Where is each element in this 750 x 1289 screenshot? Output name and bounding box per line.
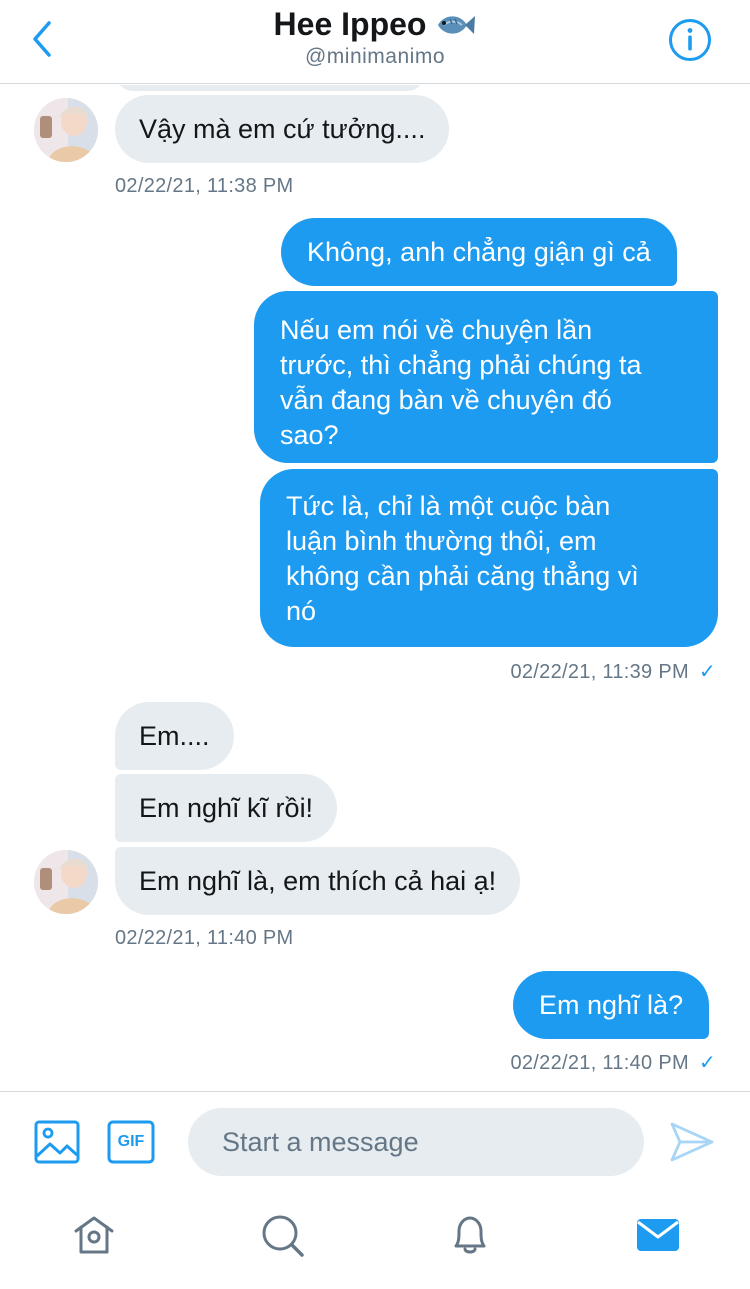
send-button[interactable] — [668, 1120, 716, 1164]
message-text-line: Nếu em nói về chuyện lần — [280, 315, 593, 345]
message-input[interactable]: Start a message — [188, 1108, 644, 1176]
messages-icon — [637, 1219, 679, 1251]
conversation-header: Hee Ippeo @minimanimo — [0, 0, 750, 84]
message-timestamp: 02/22/21, 11:38 PM — [115, 175, 294, 197]
message-bubble[interactable]: Tức là, chỉ là một cuộc bàn luận bình th… — [260, 469, 718, 647]
message-text-line: không cần phải căng thẳng vì — [286, 561, 639, 591]
avatar-photo — [34, 98, 98, 162]
message-timestamp: 02/22/21, 11:39 PM ✓ — [510, 659, 716, 684]
fish-emoji-icon — [438, 15, 476, 34]
chevron-left-icon — [33, 21, 51, 57]
message-bubble[interactable]: Em nghĩ là? — [513, 971, 710, 1039]
info-button[interactable] — [668, 18, 712, 62]
message-text-line: nó — [286, 596, 317, 626]
message-bubble[interactable]: Em.... — [115, 702, 234, 770]
info-icon — [669, 19, 711, 61]
tab-home[interactable] — [70, 1211, 118, 1259]
avatar-photo — [34, 850, 98, 914]
message-timestamp: 02/22/21, 11:40 PM ✓ — [510, 1050, 716, 1075]
search-icon — [262, 1215, 304, 1257]
tab-notifications[interactable] — [446, 1211, 494, 1259]
read-check-icon: ✓ — [698, 661, 716, 683]
message-bubble[interactable]: Em nghĩ kĩ rồi! — [115, 774, 338, 842]
message-text: Em nghĩ là? — [539, 990, 684, 1020]
message-text: Em nghĩ là, em thích cả hai ạ! — [139, 866, 497, 896]
avatar[interactable] — [34, 850, 98, 914]
back-button[interactable] — [22, 14, 62, 64]
message-text: Vậy mà em cứ tưởng.... — [139, 114, 426, 144]
message-composer: GIF Start a message — [0, 1091, 750, 1195]
message-text-line: Tức là, chỉ là một cuộc bàn — [286, 491, 611, 521]
message-text-line: trước, thì chẳng phải chúng ta — [280, 350, 642, 380]
message-text-line: luận bình thường thôi, em — [286, 526, 597, 556]
gif-label: GIF — [117, 1133, 145, 1150]
tab-search[interactable] — [258, 1211, 306, 1259]
conversation-title-block[interactable]: Hee Ippeo @minimanimo — [175, 6, 575, 69]
message-text-line: vẫn đang bàn về chuyện đó — [280, 385, 612, 415]
notifications-icon — [454, 1216, 486, 1254]
partial-message-bubble — [115, 85, 425, 91]
conversation-title: Hee Ippeo — [273, 6, 427, 42]
message-bubble[interactable]: Không, anh chẳng giận gì cả — [281, 218, 677, 286]
avatar[interactable] — [34, 98, 98, 162]
tab-messages[interactable] — [634, 1211, 682, 1259]
message-text: Em nghĩ kĩ rồi! — [139, 793, 314, 823]
timestamp-text: 02/22/21, 11:40 PM — [510, 1052, 689, 1074]
message-list[interactable]: Vậy mà em cứ tưởng.... 02/22/21, 11:38 P… — [0, 85, 750, 1091]
message-bubble[interactable]: Em nghĩ là, em thích cả hai ạ! — [115, 847, 521, 915]
image-icon — [34, 1120, 80, 1164]
add-gif-button[interactable]: GIF — [107, 1120, 155, 1169]
home-icon — [74, 1216, 114, 1254]
timestamp-text: 02/22/21, 11:39 PM — [510, 661, 689, 683]
message-text: Em.... — [139, 721, 210, 751]
message-timestamp: 02/22/21, 11:40 PM — [115, 927, 294, 949]
message-input-placeholder: Start a message — [222, 1126, 419, 1157]
add-image-button[interactable] — [34, 1120, 80, 1169]
message-text: Không, anh chẳng giận gì cả — [307, 237, 651, 267]
conversation-handle: @minimanimo — [304, 45, 445, 68]
message-bubble[interactable]: Nếu em nói về chuyện lần trước, thì chẳn… — [254, 291, 718, 463]
send-icon — [670, 1122, 714, 1162]
message-text-line: sao? — [280, 420, 339, 450]
message-bubble[interactable]: Vậy mà em cứ tưởng.... — [115, 95, 450, 163]
bottom-tab-bar — [0, 1195, 750, 1289]
read-check-icon: ✓ — [698, 1052, 716, 1074]
